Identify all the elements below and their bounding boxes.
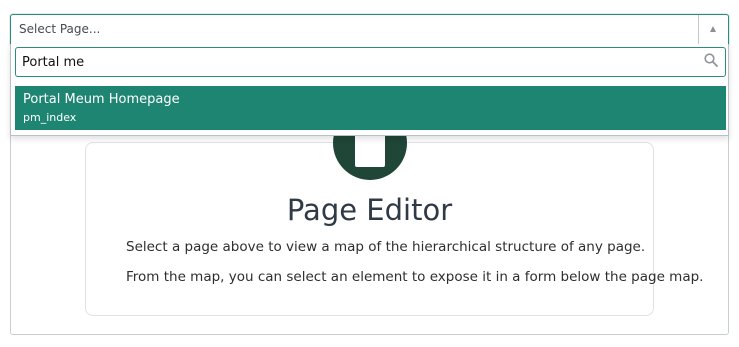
page-editor-instructions-1: Select a page above to view a map of the… bbox=[126, 239, 646, 255]
page-option[interactable]: Portal Meum Homepage pm_index bbox=[15, 86, 726, 130]
page-option-id: pm_index bbox=[23, 111, 77, 124]
page-editor-title: Page Editor bbox=[286, 193, 453, 227]
caret-up-icon bbox=[710, 26, 716, 32]
page-search-input[interactable] bbox=[15, 47, 726, 77]
search-icon bbox=[704, 53, 718, 67]
page-select-label: Select Page... bbox=[19, 22, 101, 36]
page-editor-screen: Page Editor Select a page above to view … bbox=[0, 0, 739, 347]
page-editor-instructions-2: From the map, you can select an element … bbox=[126, 269, 704, 285]
page-select-dropdown: Portal Meum Homepage pm_index bbox=[10, 44, 729, 136]
page-select-toggle[interactable] bbox=[698, 15, 728, 44]
document-icon bbox=[355, 131, 385, 167]
page-select[interactable]: Select Page... bbox=[10, 14, 729, 45]
page-option-title: Portal Meum Homepage bbox=[23, 92, 180, 107]
